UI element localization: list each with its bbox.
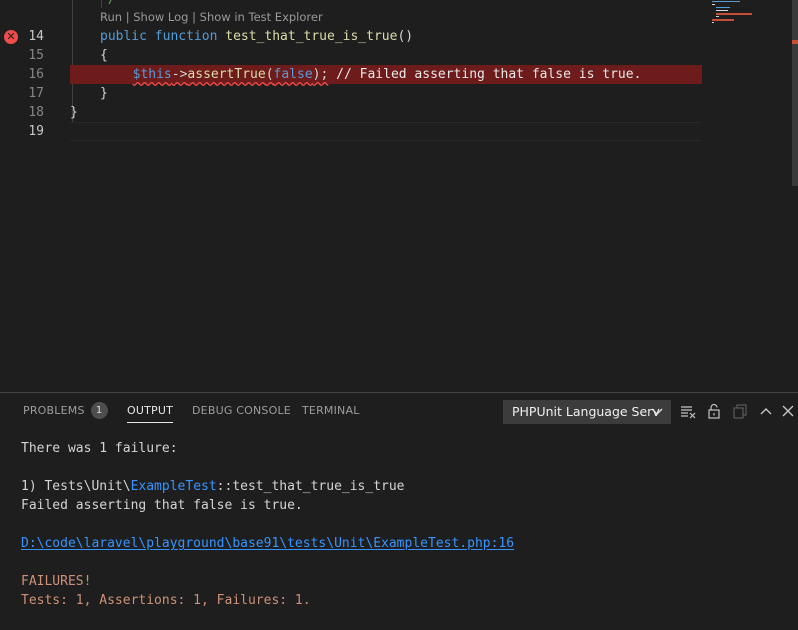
minimap[interactable] xyxy=(705,0,785,30)
code-line-15[interactable]: { xyxy=(100,46,732,65)
failures-heading: FAILURES! xyxy=(21,574,92,589)
code-line-13-partial: */ xyxy=(100,0,120,9)
output-content[interactable]: There was 1 failure: 1) Tests\Unit\Examp… xyxy=(21,439,791,608)
close-brace: } xyxy=(70,105,78,120)
tab-label: DEBUG CONSOLE xyxy=(192,404,291,417)
code-line-14[interactable]: public function test_that_true_is_true() xyxy=(100,27,732,46)
file-path-link[interactable]: D:\code\laravel\playground\base91\tests\… xyxy=(21,534,514,553)
tab-problems[interactable]: PROBLEMS 1 xyxy=(23,393,108,429)
code-line-16-error[interactable]: $this->assertTrue(false); // Failed asse… xyxy=(70,65,702,84)
close-paren: ); xyxy=(312,67,329,82)
output-channel-select[interactable]: PHPUnit Language Serv xyxy=(503,400,671,424)
tab-label: PROBLEMS xyxy=(23,404,85,417)
code-lines[interactable]: public function test_that_true_is_true()… xyxy=(70,0,702,392)
problems-count-badge: 1 xyxy=(90,401,108,419)
chevron-down-icon xyxy=(651,408,663,415)
line-number-gutter: 13 ✕ 14 15 16 17 18 19 xyxy=(0,0,62,392)
assert-true-call: assertTrue xyxy=(187,67,266,82)
tab-output[interactable]: OUTPUT xyxy=(127,393,174,429)
output-line: Failed asserting that false is true. xyxy=(21,498,303,513)
copy-icon[interactable] xyxy=(732,403,748,419)
open-brace: { xyxy=(100,48,108,63)
parens: () xyxy=(397,29,414,44)
keyword-function: function xyxy=(154,29,218,44)
maximize-panel-icon[interactable] xyxy=(758,403,774,419)
lock-scroll-icon[interactable] xyxy=(706,403,722,419)
line-number: 18 xyxy=(28,105,44,120)
line-number: 17 xyxy=(28,86,44,101)
code-line-17[interactable]: } xyxy=(100,84,732,103)
open-paren: ( xyxy=(265,67,274,82)
output-line: There was 1 failure: xyxy=(21,441,178,456)
line-number: 15 xyxy=(28,48,44,63)
test-method: ::test_that_true_is_true xyxy=(216,479,405,494)
keyword-public: public xyxy=(100,29,147,44)
function-name: test_that_true_is_true xyxy=(225,29,398,44)
scrollbar-error-marker xyxy=(792,40,798,44)
line-number: 19 xyxy=(28,124,44,139)
line-number: 14 xyxy=(28,29,44,44)
inline-failure-message: // Failed asserting that false is true. xyxy=(328,67,642,82)
tab-debug-console[interactable]: DEBUG CONSOLE xyxy=(192,393,291,429)
close-brace: } xyxy=(100,86,108,101)
tab-label: OUTPUT xyxy=(127,404,174,417)
test-namespace: 1) Tests\Unit\ xyxy=(21,479,131,494)
code-line-18[interactable]: } xyxy=(70,103,702,122)
editor-scrollbar[interactable] xyxy=(792,0,798,186)
bottom-panel: PROBLEMS 1 OUTPUT DEBUG CONSOLE TERMINAL … xyxy=(0,392,798,630)
clear-output-icon[interactable] xyxy=(680,403,696,419)
line-number: 16 xyxy=(28,67,44,82)
this-variable: $this xyxy=(132,67,172,82)
close-panel-icon[interactable] xyxy=(780,403,796,419)
false-argument: false xyxy=(273,67,313,82)
output-line: 1) Tests\Unit\ExampleTest::test_that_tru… xyxy=(21,477,405,496)
code-editor[interactable]: 13 ✕ 14 15 16 17 18 19 Run | Show Log | … xyxy=(0,0,798,392)
panel-tab-bar: PROBLEMS 1 OUTPUT DEBUG CONSOLE TERMINAL … xyxy=(0,393,798,429)
test-class-link[interactable]: ExampleTest xyxy=(131,479,217,494)
output-channel-value: PHPUnit Language Serv xyxy=(512,404,660,419)
test-summary: Tests: 1, Assertions: 1, Failures: 1. xyxy=(21,593,311,608)
line-number: 13 xyxy=(0,0,44,6)
arrow-operator: -> xyxy=(171,67,188,82)
tab-label: TERMINAL xyxy=(302,404,360,417)
tab-terminal[interactable]: TERMINAL xyxy=(302,393,360,429)
